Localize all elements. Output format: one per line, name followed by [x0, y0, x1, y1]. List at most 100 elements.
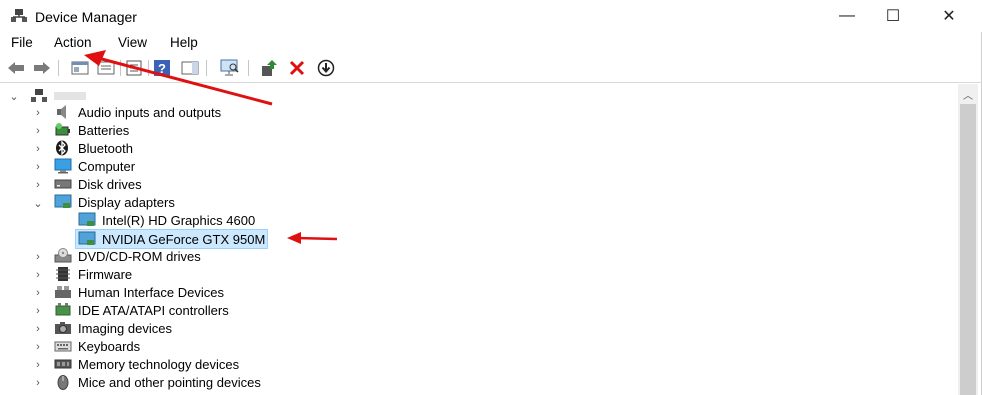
hid-icon	[55, 286, 71, 298]
action-pane-button[interactable]	[180, 58, 200, 78]
expand-chevron-icon[interactable]: ›	[33, 269, 43, 281]
uninstall-device-button[interactable]	[287, 58, 307, 78]
expand-chevron-icon[interactable]: ›	[33, 377, 43, 389]
tree-item-label: Disk drives	[78, 176, 142, 192]
properties-button[interactable]	[124, 58, 144, 78]
maximize-button[interactable]: ☐	[866, 0, 920, 32]
expand-chevron-icon[interactable]: ›	[33, 161, 43, 173]
ide-controller-icon	[55, 303, 71, 316]
expand-chevron-icon[interactable]: ›	[33, 107, 43, 119]
tree-item-label: Mice and other pointing devices	[78, 374, 261, 390]
tree-item-label: Display adapters	[78, 194, 175, 210]
vertical-scrollbar[interactable]: ︿	[958, 84, 978, 395]
uninstall-device-icon	[289, 60, 305, 76]
expand-chevron-icon[interactable]: ›	[33, 359, 43, 371]
tree-item-hid[interactable]: Human Interface Devices	[54, 283, 224, 301]
tree-item-label: Memory technology devices	[78, 356, 240, 372]
dvd-drive-icon	[54, 248, 72, 263]
scroll-up-button[interactable]: ︿	[958, 84, 978, 104]
expand-chevron-icon[interactable]: ›	[33, 143, 43, 155]
collapse-chevron-icon[interactable]: ⌄	[33, 198, 43, 210]
tree-item-label: Batteries	[78, 122, 130, 138]
expand-chevron-icon[interactable]: ›	[33, 125, 43, 137]
svg-text:?: ?	[158, 61, 166, 76]
tree-item-label: Imaging devices	[78, 320, 172, 336]
expand-chevron-icon[interactable]: ›	[33, 179, 43, 191]
scan-hardware-icon	[220, 59, 239, 76]
toolbar: ?	[0, 55, 982, 83]
bluetooth-icon	[56, 140, 68, 156]
forward-button[interactable]	[32, 58, 52, 78]
disk-drive-icon	[54, 179, 72, 189]
forward-icon	[34, 62, 50, 74]
tree-item-mice[interactable]: Mice and other pointing devices	[54, 373, 261, 391]
tree-item-imaging[interactable]: Imaging devices	[54, 319, 172, 337]
show-hide-console-tree-button[interactable]	[70, 58, 90, 78]
tree-child-nvidia-graphics[interactable]: NVIDIA GeForce GTX 950M	[75, 229, 269, 249]
tree-item-dvd[interactable]: DVD/CD-ROM drives	[54, 247, 201, 265]
expand-chevron-icon[interactable]: ›	[33, 341, 43, 353]
scroll-thumb[interactable]	[960, 104, 976, 395]
disable-device-icon	[317, 59, 335, 77]
tree-item-batteries[interactable]: Batteries	[54, 121, 129, 139]
menu-action[interactable]: Action	[54, 35, 92, 50]
window-title: Device Manager	[35, 9, 137, 25]
maximize-icon: ☐	[885, 8, 901, 25]
scan-hardware-button[interactable]	[220, 58, 240, 78]
menu-help[interactable]: Help	[170, 35, 198, 50]
expand-chevron-icon[interactable]: ›	[33, 323, 43, 335]
device-manager-window: Device Manager — ☐ ✕ File Action View He…	[0, 0, 982, 395]
memory-icon	[54, 359, 72, 369]
back-button[interactable]	[6, 58, 26, 78]
console-tree-button[interactable]	[96, 58, 116, 78]
display-adapter-icon	[54, 194, 72, 208]
tree-item-disk-drives[interactable]: Disk drives	[54, 175, 142, 193]
tree-item-computer[interactable]: Computer	[54, 157, 135, 175]
computer-root-icon	[31, 89, 47, 102]
tree-item-keyboards[interactable]: Keyboards	[54, 337, 140, 355]
root-collapse-chevron-icon[interactable]: ⌄	[9, 91, 19, 103]
show-hide-console-tree-icon	[71, 61, 89, 75]
menu-bar: File Action View Help	[0, 32, 982, 54]
tree-item-memory[interactable]: Memory technology devices	[54, 355, 239, 373]
close-button[interactable]: ✕	[922, 0, 976, 32]
disable-device-button[interactable]	[316, 58, 336, 78]
computer-icon	[54, 158, 72, 174]
tree-root-label	[54, 92, 86, 100]
tree-item-audio[interactable]: Audio inputs and outputs	[54, 103, 221, 121]
chevron-up-icon: ︿	[963, 90, 973, 102]
tree-item-label: Firmware	[78, 266, 133, 282]
firmware-icon	[56, 267, 70, 281]
menu-file[interactable]: File	[11, 35, 33, 50]
tree-item-label: Audio inputs and outputs	[78, 104, 222, 120]
device-tree: ⌄ › Audio inputs and outputs › Batteries…	[0, 84, 958, 395]
tree-item-display-adapters[interactable]: Display adapters	[54, 193, 175, 211]
camera-icon	[55, 322, 71, 334]
keyboard-icon	[54, 341, 72, 352]
display-adapter-icon	[78, 212, 96, 226]
tree-item-bluetooth[interactable]: Bluetooth	[54, 139, 133, 157]
expand-chevron-icon[interactable]: ›	[33, 305, 43, 317]
tree-item-label: DVD/CD-ROM drives	[78, 248, 201, 264]
tree-item-ide[interactable]: IDE ATA/ATAPI controllers	[54, 301, 229, 319]
tree-child-intel-graphics[interactable]: Intel(R) HD Graphics 4600	[78, 211, 255, 229]
close-icon: ✕	[942, 8, 956, 25]
tree-item-label: Bluetooth	[78, 140, 133, 156]
tree-child-label: Intel(R) HD Graphics 4600	[102, 212, 256, 228]
title-bar: Device Manager — ☐ ✕	[0, 0, 982, 32]
tree-item-label: Computer	[78, 158, 136, 174]
update-driver-button[interactable]	[259, 58, 279, 78]
tree-item-firmware[interactable]: Firmware	[54, 265, 132, 283]
help-button[interactable]: ?	[152, 58, 172, 78]
update-driver-icon	[262, 60, 277, 76]
menu-view[interactable]: View	[118, 35, 147, 50]
help-icon: ?	[154, 60, 170, 76]
console-tree-icon	[97, 61, 115, 75]
back-icon	[8, 62, 24, 74]
properties-icon	[126, 60, 142, 76]
expand-chevron-icon[interactable]: ›	[33, 287, 43, 299]
device-manager-app-icon	[11, 9, 27, 22]
tree-item-label: Human Interface Devices	[78, 284, 224, 300]
tree-item-label: Keyboards	[78, 338, 141, 354]
expand-chevron-icon[interactable]: ›	[33, 251, 43, 263]
